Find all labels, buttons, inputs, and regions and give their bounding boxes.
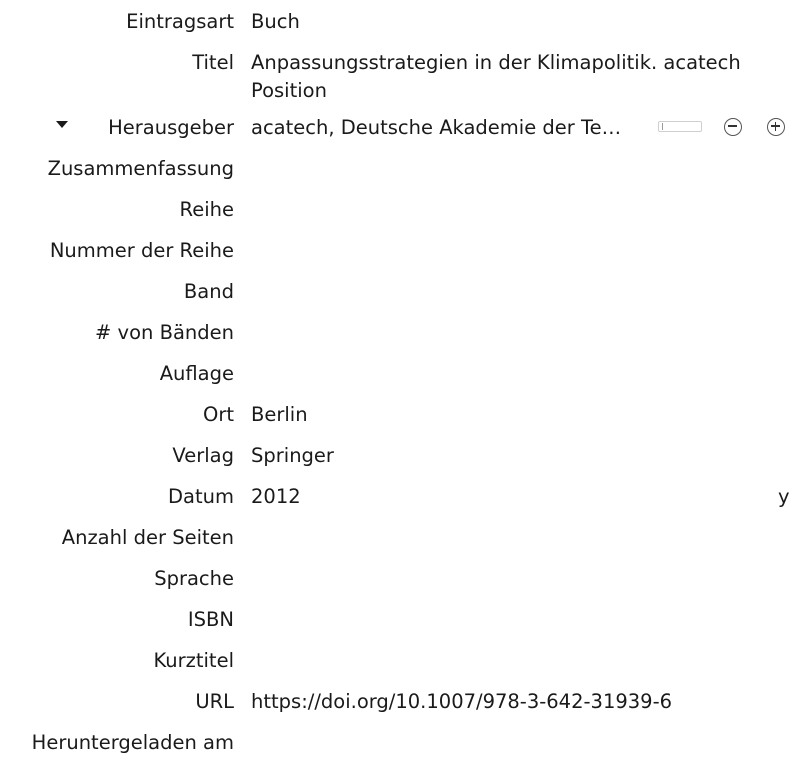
triangle-down-icon[interactable] xyxy=(56,121,68,128)
num-volumes-field[interactable] xyxy=(251,317,751,319)
label-date: Datum xyxy=(168,485,234,508)
label-publisher: Verlag xyxy=(172,444,234,467)
row-publisher: Verlag Springer xyxy=(0,440,796,481)
label-item-type: Eintragsart xyxy=(126,10,234,33)
creator-type-menu[interactable]: Herausgeber xyxy=(0,112,234,142)
date-order-hint: y xyxy=(778,485,790,508)
date-field[interactable]: 2012 xyxy=(251,481,751,511)
place-field[interactable]: Berlin xyxy=(251,399,751,429)
minus-circle-icon[interactable] xyxy=(724,118,742,136)
label-access-date: Heruntergeladen am xyxy=(31,731,234,754)
row-isbn: ISBN xyxy=(0,604,796,645)
label-isbn: ISBN xyxy=(187,608,234,631)
label-num-volumes: # von Bänden xyxy=(95,321,234,344)
label-title: Titel xyxy=(192,51,234,74)
series-number-field[interactable] xyxy=(251,235,751,237)
row-abstract: Zusammenfassung xyxy=(0,153,796,194)
series-field[interactable] xyxy=(251,194,751,196)
access-date-field[interactable] xyxy=(251,727,751,729)
item-info-pane: Eintragsart Buch Titel Anpassungsstrateg… xyxy=(0,0,796,765)
row-title: Titel Anpassungsstrategien in der Klimap… xyxy=(0,47,796,112)
label-abstract: Zusammenfassung xyxy=(47,157,234,180)
isbn-field[interactable] xyxy=(251,604,751,606)
creator-name-field[interactable]: acatech, Deutsche Akademie der Te… xyxy=(251,112,641,142)
language-field[interactable] xyxy=(251,563,751,565)
edition-field[interactable] xyxy=(251,358,751,360)
label-place: Ort xyxy=(202,403,234,426)
short-title-field[interactable] xyxy=(251,645,751,647)
row-short-title: Kurztitel xyxy=(0,645,796,686)
label-language: Sprache xyxy=(154,567,234,590)
label-short-title: Kurztitel xyxy=(153,649,234,672)
label-num-pages: Anzahl der Seiten xyxy=(61,526,234,549)
plus-circle-icon[interactable] xyxy=(767,118,785,136)
row-language: Sprache xyxy=(0,563,796,604)
row-place: Ort Berlin xyxy=(0,399,796,440)
row-creator: Herausgeber acatech, Deutsche Akademie d… xyxy=(0,112,796,153)
item-type-select[interactable]: Buch xyxy=(251,6,751,36)
label-url: URL xyxy=(195,690,234,713)
row-num-volumes: # von Bänden xyxy=(0,317,796,358)
volume-field[interactable] xyxy=(251,276,751,278)
label-edition: Auflage xyxy=(159,362,234,385)
row-volume: Band xyxy=(0,276,796,317)
row-date: Datum 2012 y xyxy=(0,481,796,522)
label-series-number: Nummer der Reihe xyxy=(49,239,234,262)
abstract-field[interactable] xyxy=(251,153,751,155)
row-item-type: Eintragsart Buch xyxy=(0,6,796,47)
row-edition: Auflage xyxy=(0,358,796,399)
row-series-number: Nummer der Reihe xyxy=(0,235,796,276)
row-series: Reihe xyxy=(0,194,796,235)
title-field[interactable]: Anpassungsstrategien in der Klimapolitik… xyxy=(251,47,751,105)
row-num-pages: Anzahl der Seiten xyxy=(0,522,796,563)
label-series: Reihe xyxy=(179,198,234,221)
num-pages-field[interactable] xyxy=(251,522,751,524)
publisher-field[interactable]: Springer xyxy=(251,440,751,470)
switch-field-mode-icon[interactable] xyxy=(658,121,702,132)
row-access-date: Heruntergeladen am xyxy=(0,727,796,768)
url-field[interactable]: https://doi.org/10.1007/978-3-642-31939-… xyxy=(251,686,751,716)
label-volume: Band xyxy=(183,280,234,303)
row-url: URL https://doi.org/10.1007/978-3-642-31… xyxy=(0,686,796,727)
